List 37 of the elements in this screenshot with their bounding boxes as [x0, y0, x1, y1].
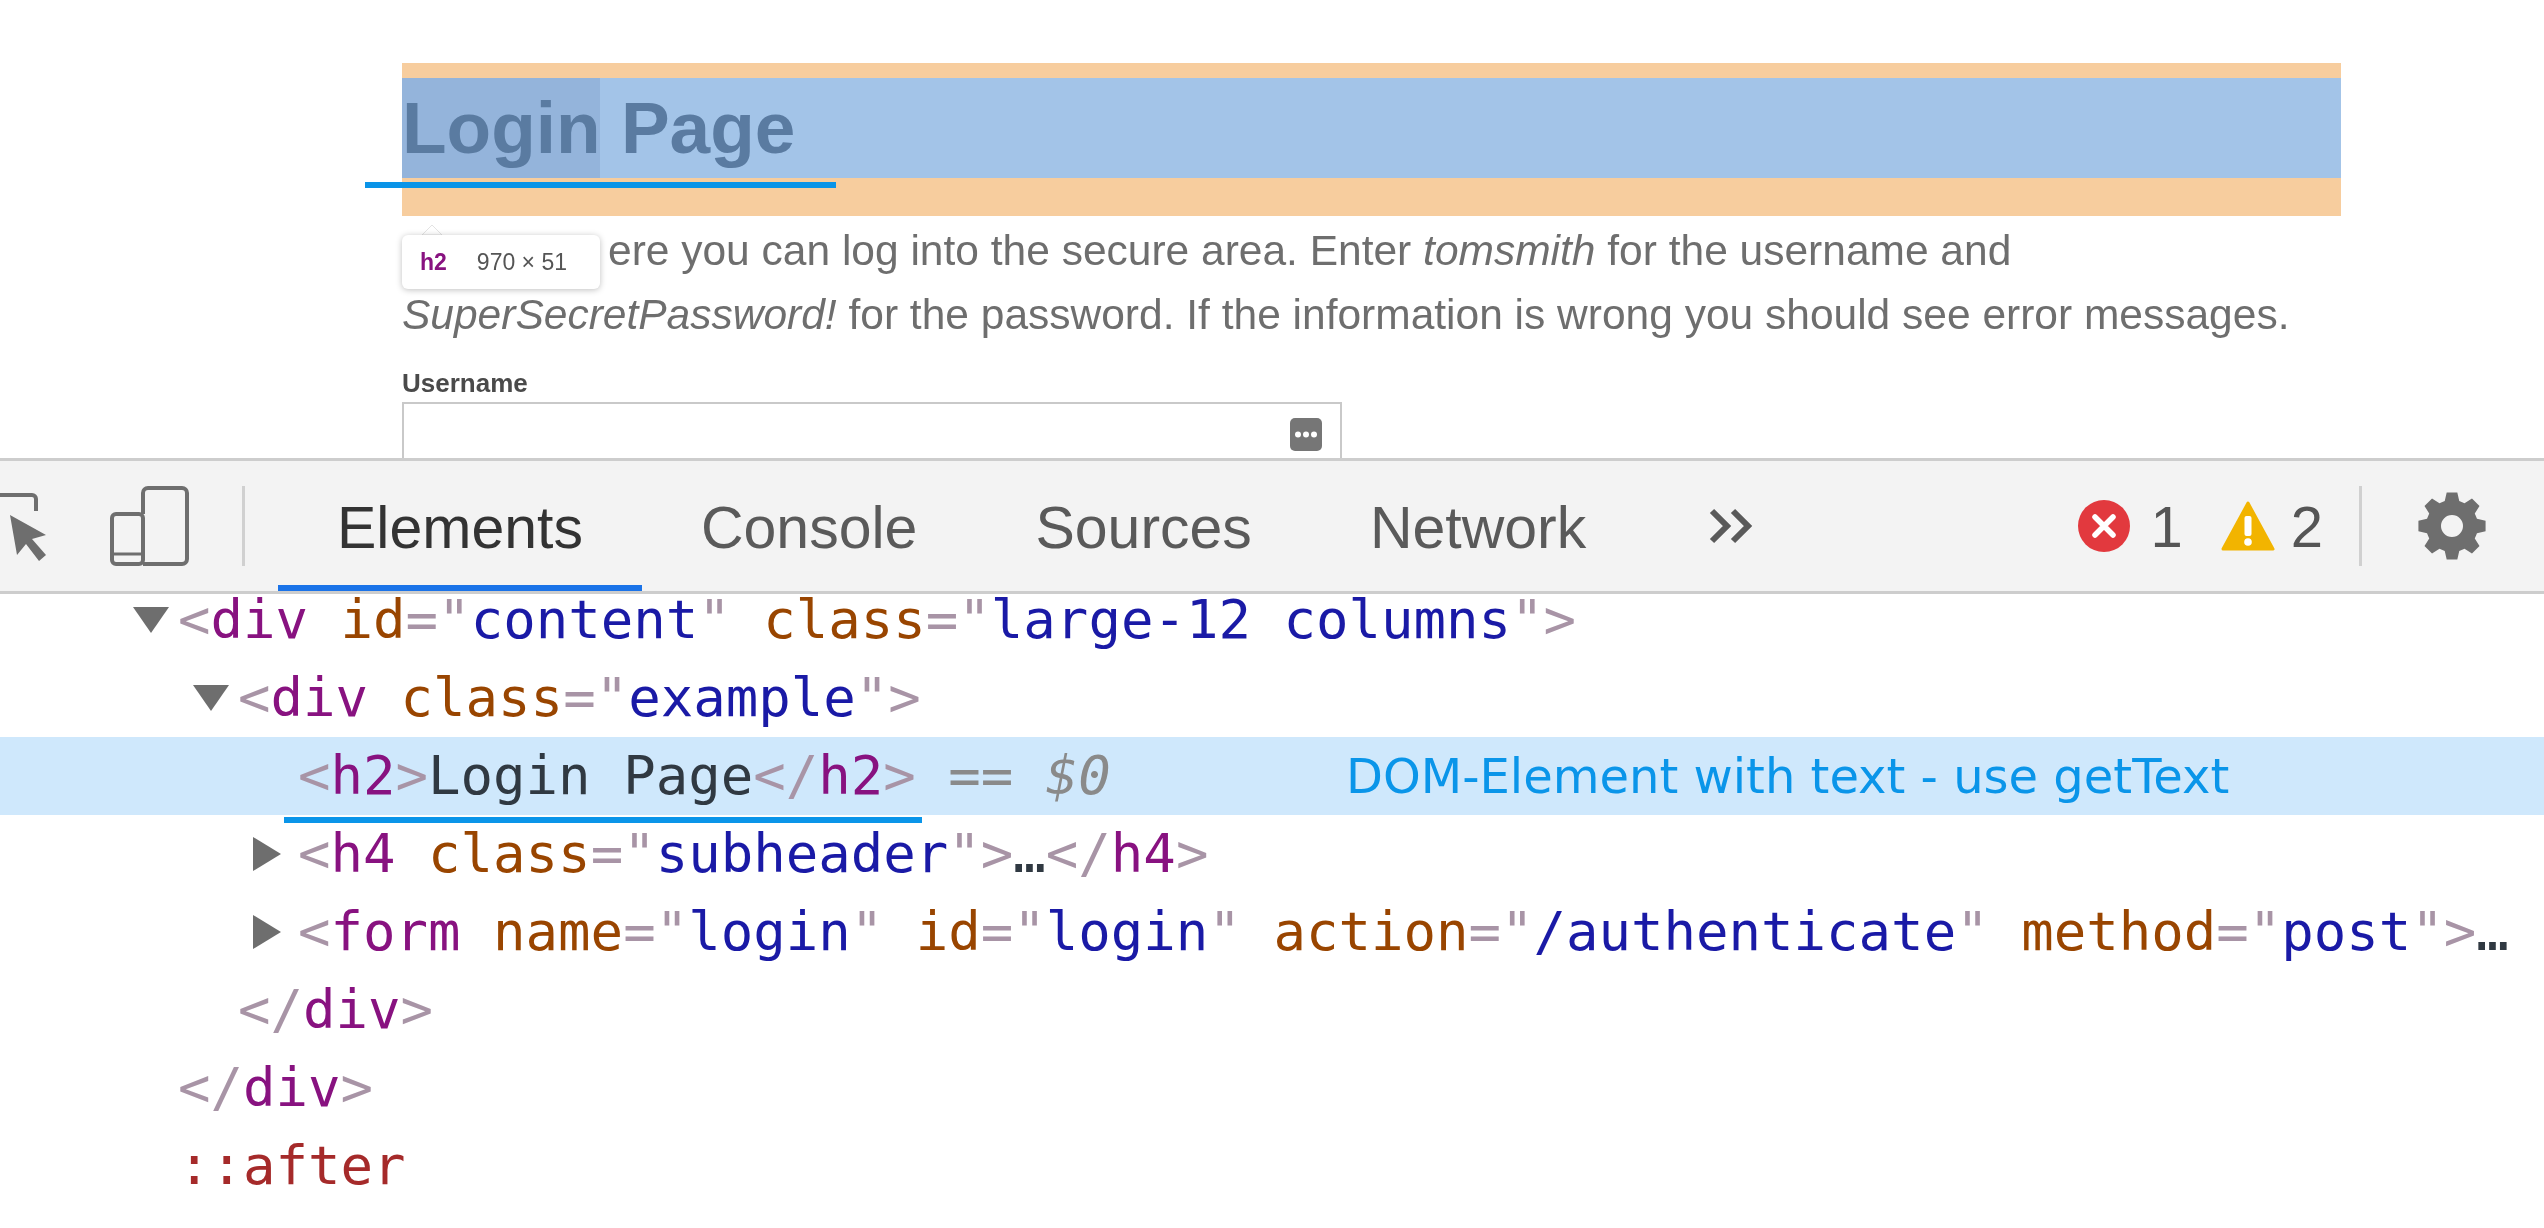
dom-tree-row[interactable]: </div> [0, 1049, 2544, 1127]
code-line: <h4 class="subheader">…</h4> [298, 823, 1209, 885]
tooltip-tag-name: h2 [420, 248, 447, 276]
dom-tree-row[interactable]: ::after [0, 1127, 2544, 1205]
settings-icon[interactable] [2417, 491, 2487, 561]
annotation-text: DOM-Element with text - use getText [1346, 748, 2230, 804]
triangle-right-icon[interactable] [253, 915, 281, 949]
dom-tree-row[interactable]: <div class="example"> [0, 659, 2544, 737]
tooltip-size: 970 × 51 [476, 248, 567, 276]
page-heading: Login Page [402, 78, 796, 178]
devtools-tab[interactable]: Network [1310, 461, 1646, 591]
cursor-arrow-icon[interactable] [0, 493, 49, 563]
intro-text: SuperSecretPassword! for the password. If the information is wrong you should see error messages. [402, 290, 2290, 340]
triangle-right-icon[interactable] [253, 837, 281, 871]
intro-text: ere you can log into the secure area. Enter tomsmith for the username and [608, 226, 2012, 276]
code-line: <form name="login" id="login" action="/authenticate" method="post">… [298, 901, 2509, 963]
code-line: </div> [238, 979, 434, 1041]
code-line: </div> [178, 1057, 374, 1119]
devtools-tab[interactable]: Sources [976, 461, 1311, 591]
field-label: Username [402, 367, 528, 399]
code-line: <h2>Login Page</h2> == $0 [298, 745, 1111, 807]
error-icon [2078, 500, 2131, 552]
triangle-down-icon[interactable] [193, 685, 229, 711]
dom-tree-row[interactable]: <h4 class="subheader">…</h4> [0, 823, 2544, 893]
dots-icon[interactable] [1290, 418, 1322, 451]
devtools-tab[interactable]: Elements [278, 461, 642, 591]
devtools-tab[interactable]: Console [641, 461, 977, 591]
issues-counter[interactable]: 1 2 [2078, 492, 2323, 560]
warning-icon [2220, 501, 2275, 551]
code-line: <div class="example"> [238, 667, 921, 729]
dom-tree-row[interactable]: <form name="login" id="login" action="/authenticate" method="post">… [0, 893, 2544, 971]
triangle-down-icon[interactable] [133, 607, 169, 633]
devices-icon[interactable] [110, 486, 189, 566]
username-field[interactable] [402, 402, 1342, 458]
code-line: ::after [178, 1135, 406, 1197]
dom-tree-row[interactable]: <h2>Login Page</h2> == $0 DOM-Element with text - use getText [0, 737, 2544, 815]
dom-tree-row[interactable]: </div> [0, 971, 2544, 1049]
